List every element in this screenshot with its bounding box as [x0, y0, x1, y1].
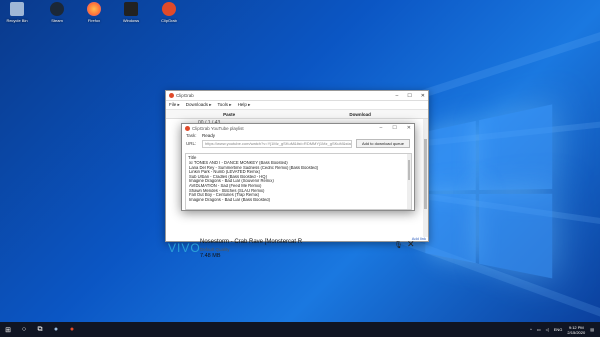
- clipgrab-icon: [169, 93, 174, 98]
- main-scrollbar[interactable]: [423, 119, 428, 237]
- item-title: Nosestorm - Crab Rave [Monstercat R: [200, 239, 303, 245]
- add-link[interactable]: Add link: [412, 236, 426, 241]
- start-icon[interactable]: ⊞: [0, 322, 16, 337]
- task-label: Task:: [186, 133, 197, 138]
- menu-file[interactable]: File ▸: [169, 102, 180, 108]
- add-to-queue-button[interactable]: Add to download queue: [355, 139, 410, 148]
- desktop-icon-clipgrab[interactable]: ClipGrab: [154, 2, 184, 23]
- firefox-icon: [87, 2, 101, 16]
- audio-icon[interactable]: 🎙: [394, 241, 403, 249]
- toolbar: Paste Download: [166, 110, 428, 119]
- item-quality[interactable]: Default Quality: [200, 247, 230, 252]
- list-header: Title: [188, 155, 197, 160]
- recycle-bin-icon: [10, 2, 24, 16]
- search-icon[interactable]: ○: [16, 322, 32, 337]
- item-thumbnail: VIVO: [168, 241, 201, 255]
- paste-button[interactable]: Paste: [223, 112, 235, 117]
- desktop-icon-recycle-bin[interactable]: Recycle Bin: [2, 2, 32, 23]
- dialog-title: ClipGrab YouTube playlist: [192, 125, 244, 131]
- download-button[interactable]: Download: [349, 112, 371, 117]
- windows-logo-wallpaper: [425, 103, 560, 288]
- language-indicator[interactable]: ENG: [554, 327, 563, 332]
- taskbar: ⊞ ○ ⧉ ● ● ^ ▭ ◁ ENG 9:12 PM 2/15/2020 ▤: [0, 322, 600, 337]
- clock[interactable]: 9:12 PM 2/15/2020: [567, 325, 585, 335]
- menubar: File ▸ Downloads ▸ Tools ▸ Help ▸: [166, 101, 428, 110]
- clock-date: 2/15/2020: [567, 329, 586, 335]
- playlist-list: Title ☒ TONES AND I - DANCE MONKEY (Bass…: [185, 153, 412, 210]
- maximize-icon[interactable]: ☐: [392, 125, 396, 131]
- clock-time: 9:12 PM: [568, 324, 584, 330]
- dialog-titlebar[interactable]: ClipGrab YouTube playlist – ☐ ✕: [182, 124, 414, 132]
- menu-downloads[interactable]: Downloads ▸: [186, 102, 212, 108]
- maximize-icon[interactable]: ☐: [407, 93, 411, 99]
- volume-icon[interactable]: ◁: [546, 327, 549, 332]
- clipgrab-icon: [185, 125, 190, 131]
- url-field[interactable]: https://www.youtube.com/watch?v=Yj1Mz_gS…: [202, 139, 352, 148]
- desktop-icon-windows[interactable]: Windows: [116, 2, 146, 23]
- menu-help[interactable]: Help ▸: [238, 102, 251, 108]
- desktop-icon-firefox[interactable]: Firefox: [79, 2, 109, 23]
- steam-taskbar-icon[interactable]: ●: [48, 322, 64, 337]
- task-row: Task: Ready: [182, 132, 414, 139]
- close-icon[interactable]: ✕: [421, 93, 425, 99]
- url-row: URL: https://www.youtube.com/watch?v=Yj1…: [182, 139, 414, 148]
- download-item: VIVO Nosestorm - Crab Rave [Monstercat R…: [166, 237, 428, 259]
- item-size: 7.48 MB: [200, 253, 221, 259]
- windows-icon: [124, 2, 138, 16]
- tray-chevron-icon[interactable]: ^: [530, 327, 532, 332]
- minimize-icon[interactable]: –: [396, 93, 399, 99]
- window-title: ClipGrab: [176, 93, 194, 98]
- task-status: Ready: [202, 133, 216, 138]
- main-titlebar[interactable]: ClipGrab – ☐ ✕: [166, 91, 428, 101]
- list-scrollbar[interactable]: [407, 154, 411, 209]
- network-icon[interactable]: ▭: [537, 327, 541, 332]
- system-tray: ^ ▭ ◁ ENG 9:12 PM 2/15/2020 ▤: [530, 325, 600, 335]
- clipgrab-taskbar-icon[interactable]: ●: [64, 322, 80, 337]
- task-view-icon[interactable]: ⧉: [32, 322, 48, 337]
- list-item[interactable]: Imagine Dragons - Bad Liar (Bass Boosted…: [186, 198, 411, 203]
- minimize-icon[interactable]: –: [380, 125, 383, 131]
- url-label: URL:: [186, 141, 197, 146]
- playlist-dialog: ClipGrab YouTube playlist – ☐ ✕ Task: Re…: [181, 123, 415, 211]
- clipgrab-icon: [162, 2, 176, 16]
- notifications-icon[interactable]: ▤: [590, 327, 594, 332]
- desktop-icon-steam[interactable]: Steam: [42, 2, 72, 23]
- close-icon[interactable]: ✕: [407, 125, 411, 131]
- menu-tools[interactable]: Tools ▸: [218, 102, 232, 108]
- steam-icon: [50, 2, 64, 16]
